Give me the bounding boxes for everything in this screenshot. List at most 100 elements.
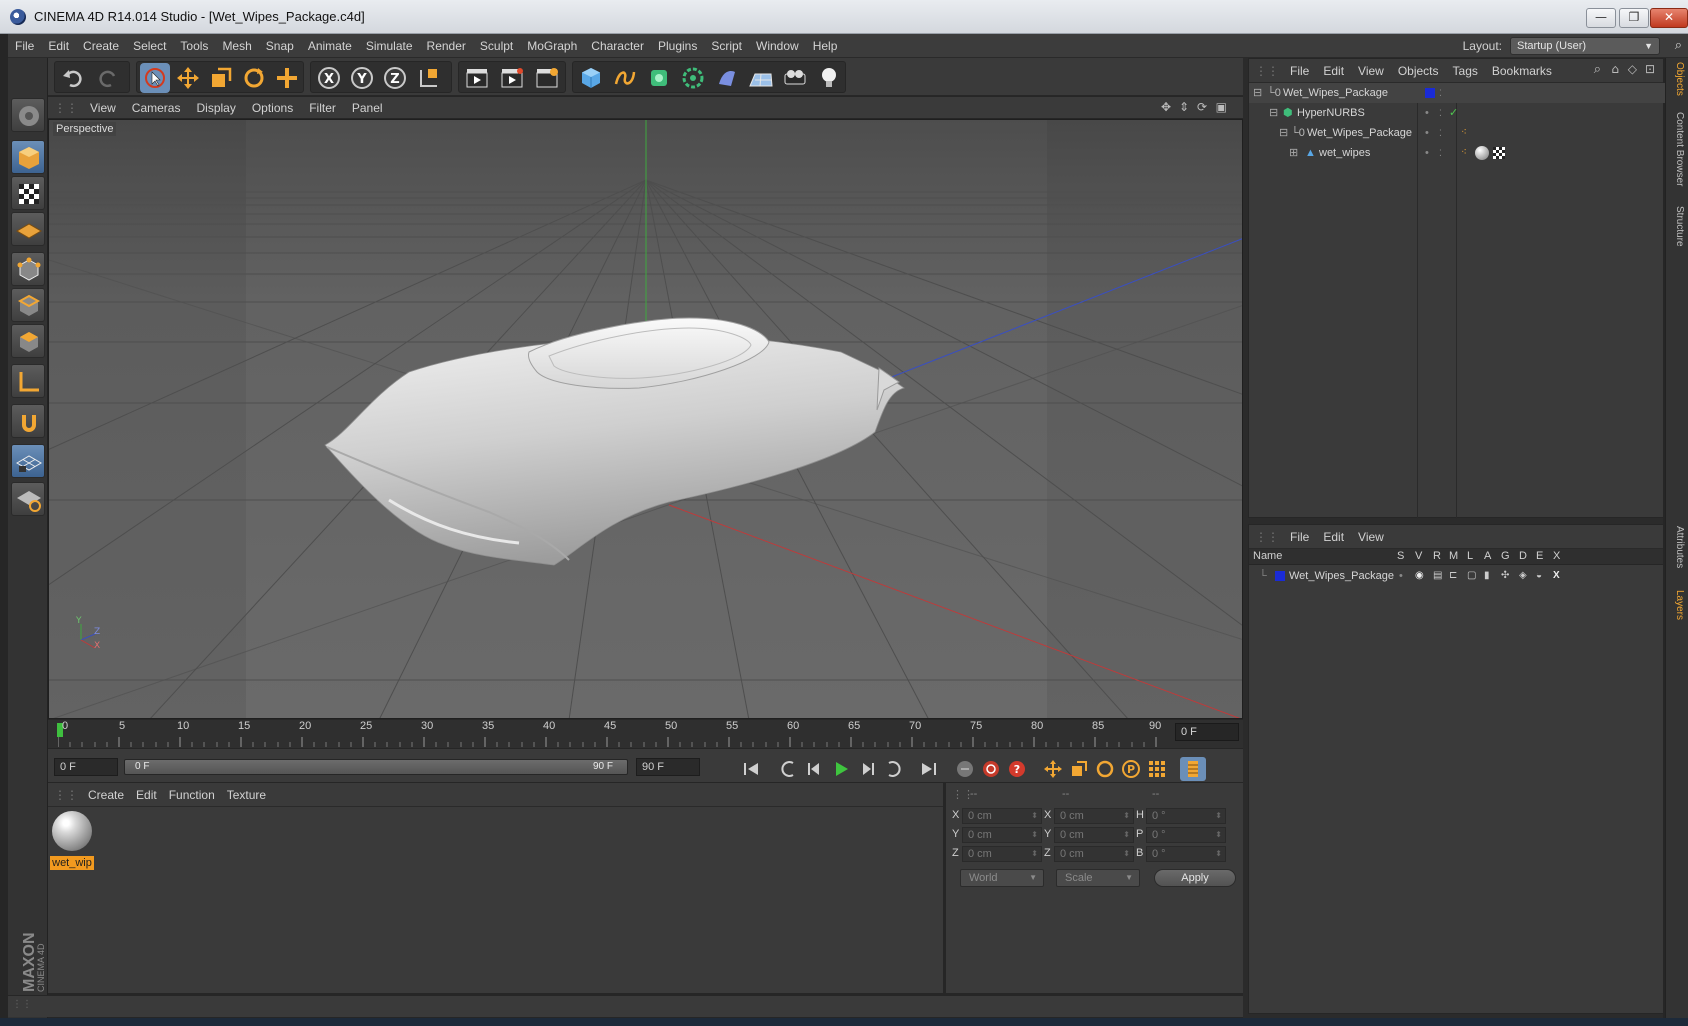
- z-axis-lock-icon[interactable]: Z: [380, 63, 410, 93]
- menu-sculpt[interactable]: Sculpt: [473, 34, 520, 58]
- tab-layers[interactable]: Layers: [1669, 590, 1685, 620]
- rotate-tool-icon[interactable]: [239, 63, 269, 93]
- menu-animate[interactable]: Animate: [301, 34, 359, 58]
- deformer-icon[interactable]: [712, 63, 742, 93]
- key-parameter-icon[interactable]: P: [1118, 757, 1144, 781]
- expression-icon[interactable]: ◒: [1536, 567, 1542, 585]
- play-forward-icon[interactable]: [828, 757, 854, 781]
- key-position-icon[interactable]: [1040, 757, 1066, 781]
- col-render[interactable]: R: [1433, 550, 1441, 562]
- current-frame-field[interactable]: 0 F: [1175, 723, 1239, 741]
- keyframe-selection-icon[interactable]: ?: [1004, 757, 1030, 781]
- key-pla-icon[interactable]: [1144, 757, 1170, 781]
- tab-content-browser[interactable]: Content Browser: [1669, 112, 1685, 186]
- object-row[interactable]: ⊟ └0 Wet_Wipes_Package ⁚: [1249, 83, 1665, 103]
- search-icon[interactable]: ⌕: [1594, 62, 1601, 77]
- maximize-button[interactable]: ❐: [1619, 8, 1649, 28]
- menu-file[interactable]: File: [8, 34, 41, 58]
- pos-x-field[interactable]: 0 cm ⬍: [962, 808, 1042, 824]
- menu-edit[interactable]: Edit: [41, 34, 76, 58]
- layout-dropdown[interactable]: Startup (User) ▼: [1510, 37, 1660, 55]
- live-selection-icon[interactable]: [140, 63, 170, 93]
- material-menu-create[interactable]: Create: [82, 783, 130, 807]
- snap-workplane-button[interactable]: [11, 444, 45, 478]
- om-menu-view[interactable]: View: [1351, 59, 1391, 83]
- col-deformers[interactable]: D: [1519, 550, 1527, 562]
- menu-create[interactable]: Create: [76, 34, 126, 58]
- col-xref[interactable]: X: [1553, 550, 1560, 562]
- edges-mode-button[interactable]: [11, 288, 45, 322]
- collapse-icon[interactable]: ⊟: [1269, 103, 1278, 123]
- lm-menu-view[interactable]: View: [1351, 525, 1391, 549]
- scale-tool-icon[interactable]: [206, 63, 236, 93]
- menu-select[interactable]: Select: [126, 34, 173, 58]
- spline-icon[interactable]: [610, 63, 640, 93]
- viewport-menu-display[interactable]: Display: [188, 97, 243, 119]
- tab-structure[interactable]: Structure: [1669, 206, 1685, 247]
- nurbs-icon[interactable]: [644, 63, 674, 93]
- menu-script[interactable]: Script: [704, 34, 749, 58]
- size-y-field[interactable]: 0 cm ⬍: [1054, 827, 1134, 843]
- col-solo[interactable]: S: [1397, 550, 1404, 562]
- rot-b-field[interactable]: 0 ° ⬍: [1146, 846, 1226, 862]
- x-axis-lock-icon[interactable]: X: [314, 63, 344, 93]
- menu-tools[interactable]: Tools: [173, 34, 215, 58]
- floor-icon[interactable]: [746, 63, 776, 93]
- lock-icon[interactable]: ▢: [1467, 567, 1476, 585]
- animation-film-icon[interactable]: ▮: [1484, 567, 1490, 585]
- minimize-button[interactable]: —: [1586, 8, 1616, 28]
- coordinate-system-icon[interactable]: [414, 63, 444, 93]
- solo-dot-icon[interactable]: •: [1399, 567, 1403, 585]
- array-icon[interactable]: [678, 63, 708, 93]
- rot-p-field[interactable]: 0 ° ⬍: [1146, 827, 1226, 843]
- rotate-view-icon[interactable]: ⟳: [1197, 100, 1207, 114]
- menu-snap[interactable]: Snap: [259, 34, 301, 58]
- go-to-end-icon[interactable]: [916, 757, 942, 781]
- collapse-icon[interactable]: ⊟: [1253, 83, 1262, 103]
- axis-mode-button[interactable]: [11, 364, 45, 398]
- lm-menu-edit[interactable]: Edit: [1316, 525, 1351, 549]
- pos-y-field[interactable]: 0 cm ⬍: [962, 827, 1042, 843]
- object-row[interactable]: ⊞ ▲ wet_wipes • ⁚ ⁖: [1249, 143, 1665, 163]
- tab-attributes[interactable]: Attributes: [1669, 526, 1685, 568]
- viewport-menu-options[interactable]: Options: [244, 97, 301, 119]
- cube-primitive-icon[interactable]: [576, 63, 606, 93]
- material-menu-function[interactable]: Function: [163, 783, 221, 807]
- om-menu-objects[interactable]: Objects: [1391, 59, 1446, 83]
- menu-render[interactable]: Render: [420, 34, 473, 58]
- y-axis-lock-icon[interactable]: Y: [347, 63, 377, 93]
- om-menu-tags[interactable]: Tags: [1446, 59, 1485, 83]
- visibility-dots-icon[interactable]: ⁚: [1439, 83, 1442, 103]
- move-tool-icon[interactable]: [173, 63, 203, 93]
- deformer-icon[interactable]: ◈: [1519, 567, 1527, 585]
- record-keys-icon[interactable]: [952, 757, 978, 781]
- layer-color-swatch[interactable]: [1425, 88, 1435, 98]
- timeline-scheme-icon[interactable]: [1180, 757, 1206, 781]
- render-settings-icon[interactable]: [532, 63, 562, 93]
- uvw-tag-icon[interactable]: [1493, 147, 1505, 159]
- col-animation[interactable]: A: [1484, 550, 1491, 562]
- visibility-dot-icon[interactable]: •: [1425, 103, 1429, 123]
- key-scale-icon[interactable]: [1066, 757, 1092, 781]
- undo-icon[interactable]: [58, 63, 88, 93]
- layer-color-swatch[interactable]: [1275, 571, 1285, 581]
- new-view-icon[interactable]: ⊡: [1645, 62, 1655, 76]
- redo-icon[interactable]: [93, 63, 123, 93]
- render-picture-viewer-icon[interactable]: [497, 63, 527, 93]
- size-x-field[interactable]: 0 cm ⬍: [1054, 808, 1134, 824]
- viewport-menu-panel[interactable]: Panel: [344, 97, 391, 119]
- points-mode-button[interactable]: [11, 252, 45, 286]
- phong-tag-icon[interactable]: ⁖: [1461, 123, 1467, 143]
- manager-tree-icon[interactable]: ⊏: [1449, 567, 1457, 585]
- menu-mograph[interactable]: MoGraph: [520, 34, 584, 58]
- visibility-dots-icon[interactable]: ⁚: [1439, 103, 1442, 123]
- previous-frame-icon[interactable]: [802, 757, 828, 781]
- min-time-field[interactable]: 0 F: [54, 758, 118, 776]
- object-row[interactable]: ⊟ └0 Wet_Wipes_Package • ⁚ ⁖: [1249, 123, 1665, 143]
- render-clapper-icon[interactable]: ▤: [1433, 567, 1442, 585]
- rot-h-field[interactable]: 0 ° ⬍: [1146, 808, 1226, 824]
- magnet-icon[interactable]: [11, 404, 45, 438]
- menu-window[interactable]: Window: [749, 34, 806, 58]
- lm-menu-file[interactable]: File: [1283, 525, 1316, 549]
- menu-help[interactable]: Help: [806, 34, 845, 58]
